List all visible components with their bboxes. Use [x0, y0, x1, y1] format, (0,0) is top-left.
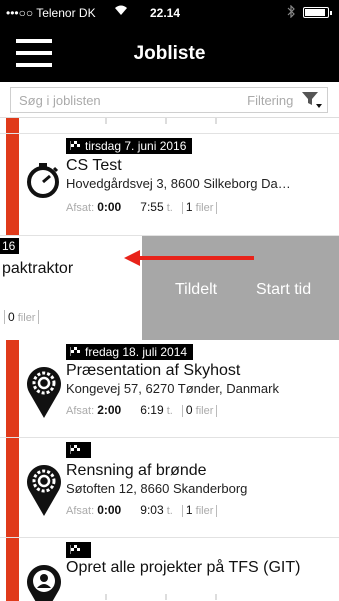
list-item[interactable]: fredag 18. juli 2014 Præsentation af Sky… [0, 340, 339, 438]
filter-label: Filtering [247, 92, 294, 108]
date-tag: fredag 18. juli 2014 [66, 344, 194, 360]
date-tag [66, 442, 91, 458]
date-text: fredag 18. juli 2014 [85, 345, 188, 359]
page-title: Jobliste [133, 43, 206, 64]
list-item[interactable]: tirsdag 7. juni 2016 CS Test Hovedgårdsv… [0, 134, 339, 236]
afsat-value: 2:00 [97, 403, 122, 417]
stopwatch-icon [24, 160, 64, 216]
swipe-arrow-icon [124, 250, 254, 266]
status-stripe [6, 538, 19, 601]
item-number: 16 [0, 238, 20, 254]
files-count: 0 filer [181, 403, 218, 417]
files-count: 0 filer [4, 310, 40, 324]
hours-value: 6:19 [140, 403, 164, 417]
status-bar: •••○○ Telenor DK 22.14 [0, 0, 339, 26]
flag-icon [69, 139, 80, 153]
job-address: Hovedgårdsvej 3, 8600 Silkeborg Da… [66, 176, 291, 191]
afsat-label: Afsat: [66, 405, 95, 417]
afsat-label: Afsat: [66, 505, 95, 517]
list-item[interactable]: Rensning af brønde Søtoften 12, 8660 Ska… [0, 438, 339, 538]
filter-button[interactable]: Filtering [247, 91, 323, 112]
job-title: CS Test [66, 157, 122, 174]
battery-level [305, 9, 325, 16]
swiped-item-content: 16 paktraktor 0 filer [0, 236, 142, 340]
job-meta: Afsat: 2:00 6:19 t. 0 filer [66, 403, 218, 417]
afsat-value: 0:00 [97, 503, 122, 517]
files-count: 1 filer [181, 200, 218, 214]
battery-icon [303, 7, 332, 18]
flag-icon [69, 345, 80, 359]
gear-pin-icon [24, 362, 64, 418]
carrier-label: •••○○ Telenor DK [6, 6, 96, 20]
status-time: 22.14 [150, 6, 181, 20]
nav-bar: Jobliste [0, 26, 339, 82]
filter-icon [301, 91, 323, 112]
wifi-icon [114, 5, 128, 19]
search-row: Filtering [0, 82, 339, 118]
job-meta: Afsat: 0:00 9:03 t. 1 filer [66, 503, 218, 517]
top-bar: •••○○ Telenor DK 22.14 Jobliste [0, 0, 339, 82]
hours-unit: t. [166, 505, 173, 517]
status-stripe [6, 340, 19, 437]
list-item[interactable]: Opret alle projekter på TFS (GIT) [0, 538, 339, 601]
gear-pin-icon [24, 460, 64, 516]
job-list: tirsdag 7. juni 2016 CS Test Hovedgårdsv… [0, 118, 339, 601]
hours-unit: t. [166, 405, 173, 417]
hours-value: 9:03 [140, 503, 164, 517]
status-stripe [6, 118, 19, 133]
bluetooth-icon [287, 4, 295, 21]
date-tag [66, 542, 91, 558]
swiped-list-item[interactable]: 16 paktraktor 0 filer Tildelt Start tid [0, 236, 339, 340]
assign-button[interactable]: Tildelt [175, 281, 217, 299]
afsat-label: Afsat: [66, 202, 95, 214]
list-item[interactable] [0, 118, 339, 134]
start-time-button[interactable]: Start tid [256, 281, 311, 299]
hours-unit: t. [166, 202, 173, 214]
status-stripe [6, 134, 19, 235]
job-title: Præsentation af Skyhost [66, 362, 241, 379]
flag-icon [69, 443, 80, 457]
flag-icon [69, 543, 80, 557]
job-address: Søtoften 12, 8660 Skanderborg [66, 481, 248, 496]
afsat-value: 0:00 [97, 200, 122, 214]
date-tag: tirsdag 7. juni 2016 [66, 138, 193, 154]
person-pin-icon [24, 560, 64, 601]
job-meta: Afsat: 0:00 7:55 t. 1 filer [66, 200, 218, 214]
hours-value: 7:55 [140, 200, 164, 214]
job-title: Opret alle projekter på TFS (GIT) [66, 559, 301, 576]
job-title: paktraktor [2, 260, 74, 277]
job-address: Kongevej 57, 6270 Tønder, Danmark [66, 381, 279, 396]
status-stripe [6, 438, 19, 537]
job-title: Rensning af brønde [66, 462, 207, 479]
date-text: tirsdag 7. juni 2016 [85, 139, 187, 153]
files-count: 1 filer [181, 503, 218, 517]
